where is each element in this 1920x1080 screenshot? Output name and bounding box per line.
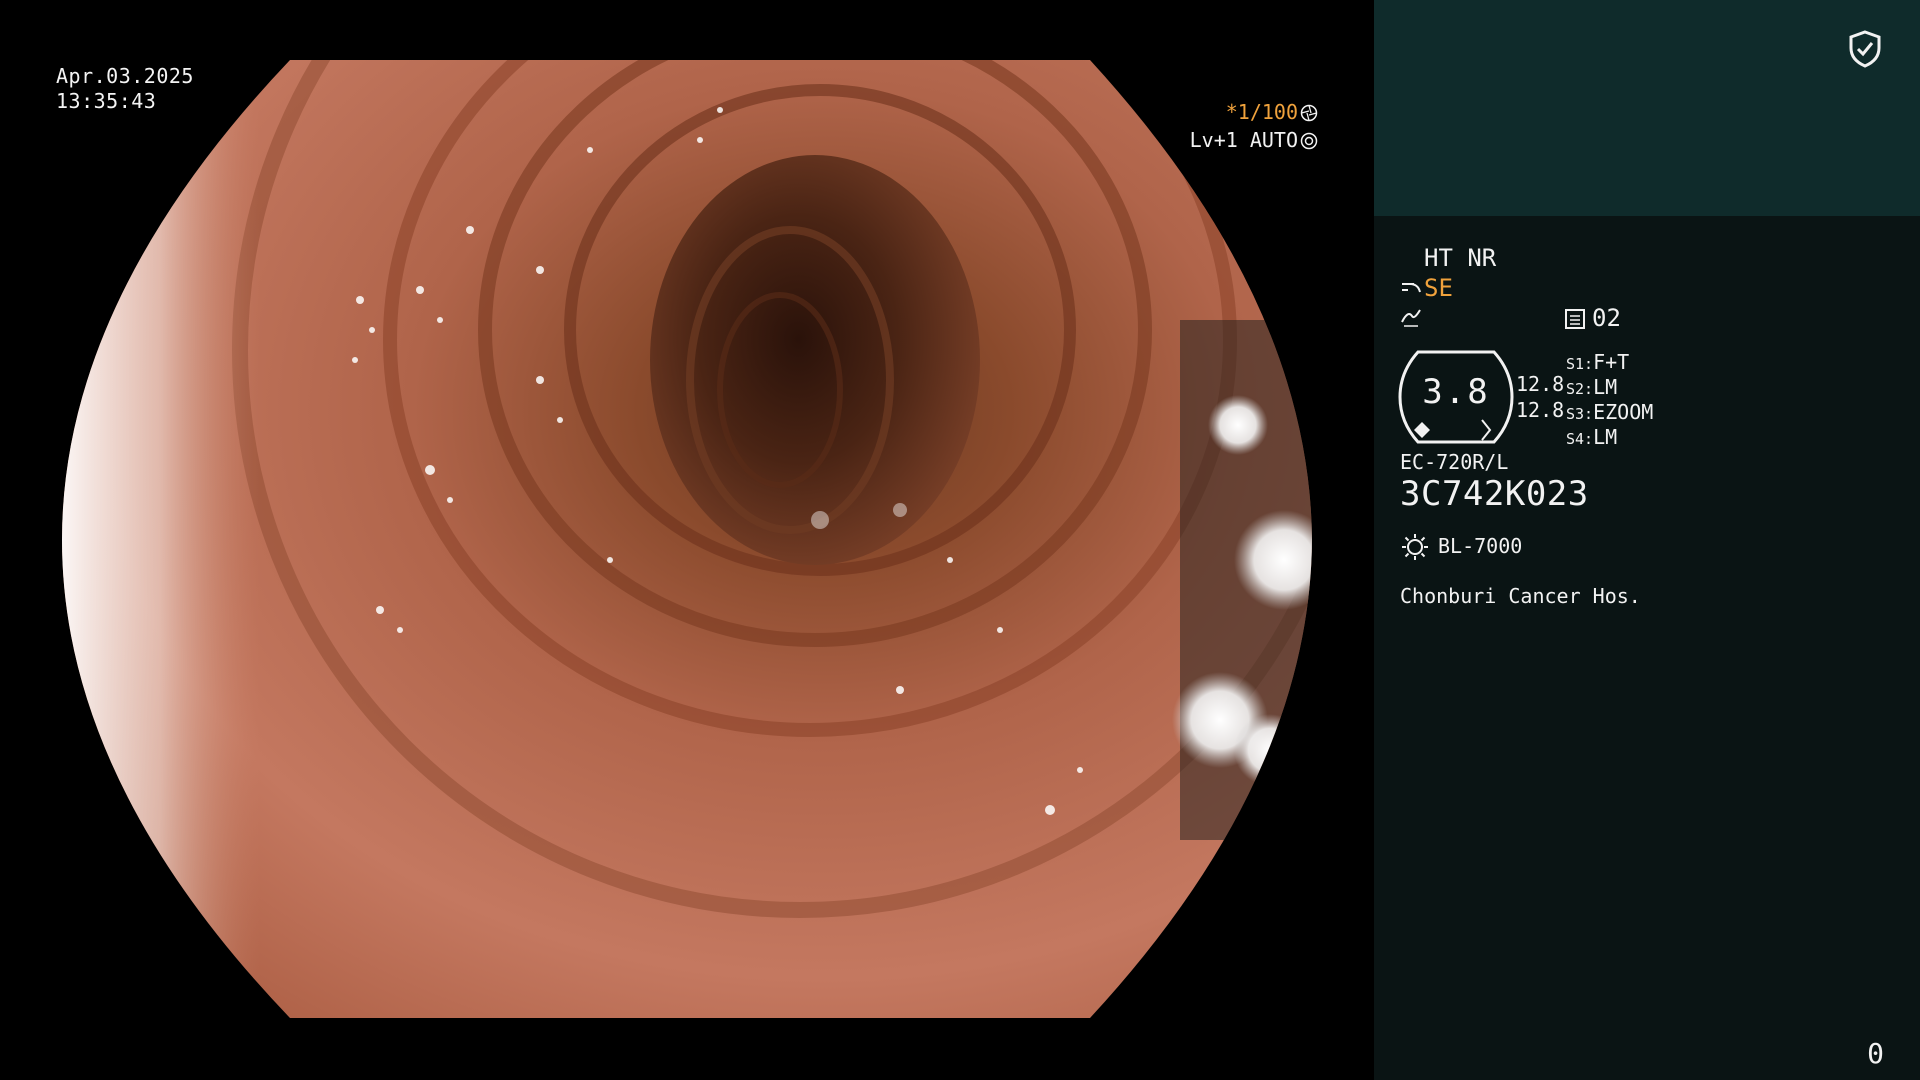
- switch-value: EZOOM: [1593, 400, 1654, 424]
- shutter-info: *1/100 Lv+1 AUTO: [1190, 98, 1318, 154]
- info-panel: [1374, 216, 1920, 1080]
- pulse-icon: [1401, 309, 1421, 327]
- level-mode-text: Lv+1 AUTO: [1189, 128, 1298, 152]
- switch-key: S1:: [1566, 355, 1594, 373]
- time-text: 13:35:43: [56, 89, 157, 113]
- se-label: SE: [1424, 274, 1453, 302]
- colon-lumen-image: [62, 60, 1312, 1018]
- light-source-icon: [1402, 534, 1428, 560]
- scope-tip-icon: [1402, 283, 1421, 293]
- scope-serial: 3C742K023: [1400, 474, 1589, 514]
- switch-key: S4:: [1566, 430, 1594, 448]
- datetime-overlay: Apr.03.2025 13:35:43: [56, 64, 194, 114]
- panel-header: [1374, 0, 1920, 216]
- value-b: 12.8: [1516, 398, 1565, 422]
- shield-check-icon: [1849, 30, 1881, 68]
- switch-value: LM: [1593, 375, 1618, 399]
- switch-value: F+T: [1593, 350, 1630, 374]
- ht-nr-label: HT NR: [1424, 244, 1497, 272]
- light-source-model: BL-7000: [1438, 534, 1523, 558]
- hospital-name: Chonburi Cancer Hos.: [1400, 584, 1641, 608]
- value-a: 12.8: [1516, 372, 1565, 396]
- iris-icon: [1300, 132, 1318, 150]
- switch-key: S2:: [1566, 380, 1594, 398]
- endoscope-view: Apr.03.2025 13:35:43 *1/100 Lv+1 AUTO: [0, 0, 1374, 1080]
- date-text: Apr.03.2025: [56, 64, 194, 88]
- switch-s4: S4:LM: [1566, 425, 1617, 449]
- switch-s1: S1:F+T: [1566, 350, 1629, 374]
- gauge-value: 3.8: [1422, 372, 1490, 412]
- shutter-row: *1/100: [1190, 98, 1318, 126]
- level-row: Lv+1 AUTO: [1190, 126, 1318, 154]
- shutter-speed-text: *1/100: [1225, 100, 1298, 124]
- switch-s2: S2:LM: [1566, 375, 1617, 399]
- switch-key: S3:: [1566, 405, 1594, 423]
- memory-icon: [1565, 309, 1585, 329]
- endoscopy-screen: Apr.03.2025 13:35:43 *1/100 Lv+1 AUTO HT…: [0, 0, 1920, 1080]
- image-counter: 0: [1867, 1037, 1884, 1070]
- aperture-icon: [1300, 104, 1318, 122]
- switch-s3: S3:EZOOM: [1566, 400, 1653, 424]
- scope-model: EC-720R/L: [1400, 450, 1509, 474]
- memory-code: 02: [1592, 304, 1621, 332]
- switch-value: LM: [1593, 425, 1618, 449]
